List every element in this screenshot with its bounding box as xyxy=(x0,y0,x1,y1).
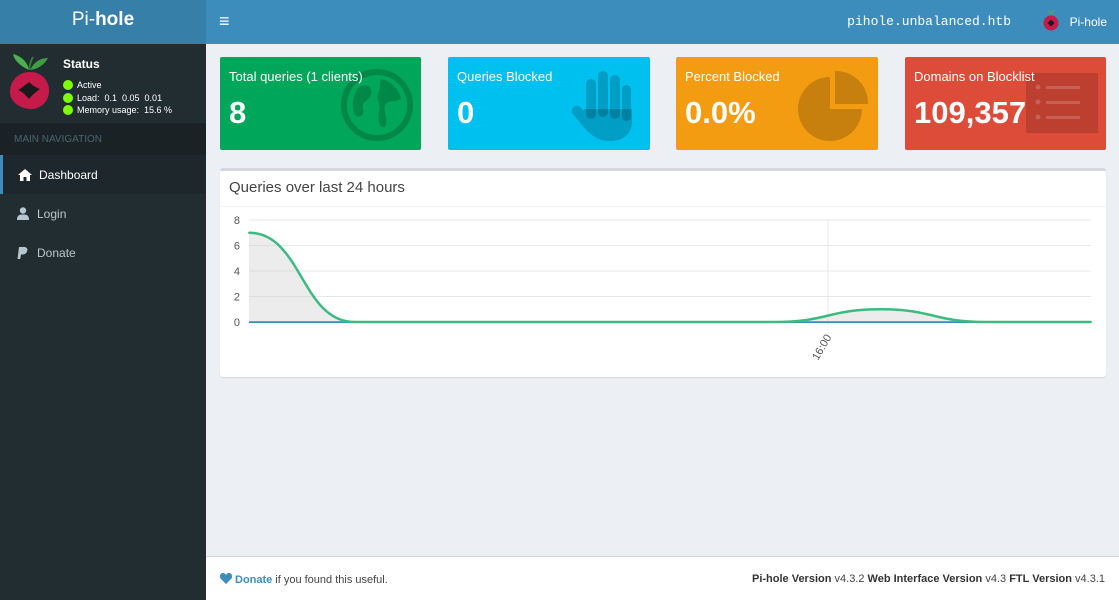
footer: Donate if you found this useful. Pi-hole… xyxy=(206,556,1119,600)
y-tick-label: 6 xyxy=(234,241,240,253)
stat-queries-blocked[interactable]: Queries Blocked 0 xyxy=(448,57,650,150)
data-point xyxy=(879,308,882,311)
app-logo[interactable]: Pi-hole xyxy=(0,0,206,44)
version-info: Pi-hole Version v4.3.2 Web Interface Ver… xyxy=(752,573,1105,585)
logo-bold: hole xyxy=(95,9,135,30)
donate-text: if you found this useful. xyxy=(275,574,388,586)
sidebar-item-label: Login xyxy=(37,206,67,221)
panel-title: Queries over last 24 hours xyxy=(220,171,1106,207)
data-point xyxy=(984,321,987,323)
stat-label: Domains on Blocklist xyxy=(914,69,1035,84)
sidebar-item-label: Donate xyxy=(37,245,76,260)
sidebar-item-login[interactable]: Login xyxy=(0,194,206,233)
pihole-version: v4.3.2 xyxy=(834,573,865,585)
hand-icon xyxy=(570,69,642,148)
status-dot-icon xyxy=(63,105,73,116)
pihole-version-label: Pi-hole Version xyxy=(751,573,832,585)
raspberry-icon xyxy=(1041,9,1061,34)
nav-header: MAIN NAVIGATION xyxy=(0,123,206,155)
web-version-label: Web Interface Version xyxy=(867,573,983,585)
data-point xyxy=(1090,321,1092,323)
stat-label: Total queries (1 clients) xyxy=(229,69,363,84)
data-point xyxy=(563,321,566,323)
stat-value: 0.0% xyxy=(685,95,756,130)
sidebar-item-label: Dashboard xyxy=(39,167,98,182)
y-tick-label: 4 xyxy=(234,266,240,278)
hostname: pihole.unbalanced.htb xyxy=(847,14,1011,29)
data-point xyxy=(248,231,250,234)
logo-prefix: Pi- xyxy=(71,9,96,30)
stat-domains-blocklist[interactable]: Domains on Blocklist 109,357 xyxy=(905,57,1106,150)
web-version: v4.3 xyxy=(985,573,1007,585)
data-point xyxy=(669,321,671,323)
series-area-total xyxy=(249,232,1091,322)
sidebar-item-dashboard[interactable]: Dashboard xyxy=(0,155,206,194)
top-navbar: ≡ pihole.unbalanced.htb Pi-hole xyxy=(206,0,1119,44)
stat-value: 109,357 xyxy=(914,95,1027,130)
user-icon xyxy=(15,207,30,220)
user-menu[interactable]: Pi-hole xyxy=(1041,9,1107,34)
pie-chart-icon xyxy=(798,69,870,146)
user-name: Pi-hole xyxy=(1069,14,1107,29)
status-memory-text: Memory usage: 15.6 % xyxy=(77,105,173,116)
x-tick-label: 16:00 xyxy=(810,333,834,363)
donate-link[interactable]: Donate xyxy=(235,574,272,586)
home-icon xyxy=(17,168,32,181)
stat-label: Percent Blocked xyxy=(685,69,780,84)
status-active-text: Active xyxy=(77,80,102,91)
data-point xyxy=(458,321,461,323)
queries-chart-panel: Queries over last 24 hours 0 2 4 6 8 16:00 xyxy=(220,168,1106,377)
stat-percent-blocked[interactable]: Percent Blocked 0.0% xyxy=(676,57,878,150)
status-memory: Memory usage: 15.6 % xyxy=(63,104,172,117)
sidebar-item-donate[interactable]: Donate xyxy=(0,233,206,272)
sidebar: Status Active Load: 0.1 0.05 0.01 Memory… xyxy=(0,44,206,600)
status-load: Load: 0.1 0.05 0.01 xyxy=(63,92,172,105)
footer-donate: Donate if you found this useful. xyxy=(219,573,388,587)
y-tick-label: 2 xyxy=(234,292,240,304)
status-list: Active Load: 0.1 0.05 0.01 Memory usage:… xyxy=(63,79,172,117)
stat-value: 0 xyxy=(457,95,475,130)
status-panel: Status Active Load: 0.1 0.05 0.01 Memory… xyxy=(0,44,206,123)
series-line-total xyxy=(248,231,1091,324)
ftl-version: v4.3.1 xyxy=(1075,573,1105,585)
y-tick-label: 0 xyxy=(234,317,240,329)
paypal-icon xyxy=(15,246,30,259)
pihole-logo-icon xyxy=(8,52,52,119)
status-load-text: Load: 0.1 0.05 0.01 xyxy=(77,92,163,103)
queries-chart[interactable]: 0 2 4 6 8 16:00 xyxy=(220,207,1106,377)
list-icon xyxy=(1026,69,1098,138)
status-title: Status xyxy=(63,57,100,71)
stat-value: 8 xyxy=(229,95,247,130)
status-active: Active xyxy=(63,79,172,92)
data-point xyxy=(774,321,777,323)
heart-icon xyxy=(219,573,233,587)
status-dot-icon xyxy=(63,80,73,91)
y-tick-label: 8 xyxy=(234,215,240,227)
data-point xyxy=(353,321,356,323)
status-dot-icon xyxy=(63,92,73,103)
sidebar-toggle-button[interactable]: ≡ xyxy=(219,11,230,32)
stat-label: Queries Blocked xyxy=(457,69,553,84)
stat-total-queries[interactable]: Total queries (1 clients) 8 xyxy=(220,57,421,150)
ftl-version-label: FTL Version xyxy=(1009,573,1072,585)
